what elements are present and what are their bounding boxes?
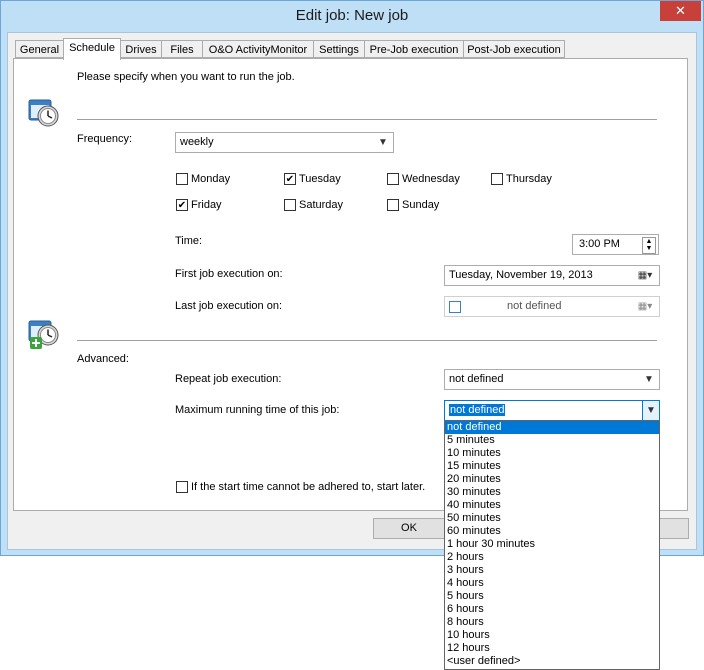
calendar-clock-add-icon xyxy=(28,318,59,349)
intro-text: Please specify when you want to run the … xyxy=(77,71,295,83)
last-exec-label: Last job execution on: xyxy=(175,300,283,312)
tab-schedule[interactable]: Schedule xyxy=(63,38,121,60)
frequency-select[interactable]: weekly ▼ xyxy=(175,132,394,153)
max-running-value: not defined xyxy=(449,404,506,416)
first-exec-datepicker[interactable]: Tuesday, November 19, 2013 ▦▾ xyxy=(444,265,660,286)
dropdown-option[interactable]: <user defined> xyxy=(445,655,659,668)
tab-pre-job[interactable]: Pre-Job execution xyxy=(364,40,464,58)
thursday-label: Thursday xyxy=(506,173,552,185)
thursday-checkbox[interactable] xyxy=(491,173,503,185)
dropdown-option[interactable]: 8 hours xyxy=(445,616,659,629)
dropdown-option[interactable]: 60 minutes xyxy=(445,525,659,538)
friday-label: Friday xyxy=(191,199,222,211)
dropdown-option[interactable]: 20 minutes xyxy=(445,473,659,486)
saturday-label: Saturday xyxy=(299,199,344,211)
last-exec-value: not defined xyxy=(507,300,562,312)
tab-activitymonitor[interactable]: O&O ActivityMonitor xyxy=(202,40,314,58)
first-exec-value: Tuesday, November 19, 2013 xyxy=(449,269,593,281)
late-start-checkbox[interactable] xyxy=(176,481,188,493)
tab-post-job[interactable]: Post-Job execution xyxy=(463,40,565,58)
time-label: Time: xyxy=(175,235,203,247)
time-value: 3:00 PM xyxy=(579,238,620,250)
max-running-select[interactable]: not defined ▼ xyxy=(444,400,660,421)
wednesday-checkbox[interactable] xyxy=(387,173,399,185)
calendar-icon[interactable]: ▦▾ xyxy=(635,297,655,316)
friday-checkbox[interactable] xyxy=(176,199,188,211)
saturday-checkbox[interactable] xyxy=(284,199,296,211)
dropdown-option[interactable]: 5 minutes xyxy=(445,434,659,447)
first-exec-label: First job execution on: xyxy=(175,268,283,280)
repeat-value: not defined xyxy=(449,373,504,385)
frequency-label: Frequency: xyxy=(77,133,133,145)
advanced-label: Advanced: xyxy=(77,353,129,365)
last-exec-checkbox[interactable] xyxy=(449,301,461,313)
time-spinner[interactable]: 3:00 PM ▲ ▼ xyxy=(572,234,659,255)
tuesday-label: Tuesday xyxy=(299,173,341,185)
dropdown-option[interactable]: 5 hours xyxy=(445,590,659,603)
tab-files[interactable]: Files xyxy=(161,40,203,58)
max-running-label: Maximum running time of this job: xyxy=(175,404,340,416)
dropdown-option[interactable]: 1 hour 30 minutes xyxy=(445,538,659,551)
last-exec-datepicker[interactable]: not defined ▦▾ xyxy=(444,296,660,317)
frequency-value: weekly xyxy=(180,136,214,148)
spin-arrows-icon[interactable]: ▲ ▼ xyxy=(642,237,656,254)
dropdown-option[interactable]: 50 minutes xyxy=(445,512,659,525)
dropdown-option[interactable]: 2 hours xyxy=(445,551,659,564)
close-button[interactable]: ✕ xyxy=(660,1,701,21)
ok-button[interactable]: OK xyxy=(373,518,445,539)
dropdown-option[interactable]: 40 minutes xyxy=(445,499,659,512)
sunday-checkbox[interactable] xyxy=(387,199,399,211)
separator xyxy=(77,119,657,120)
monday-label: Monday xyxy=(191,173,231,185)
dropdown-option[interactable]: 30 minutes xyxy=(445,486,659,499)
dropdown-option[interactable]: 4 hours xyxy=(445,577,659,590)
late-start-label: If the start time cannot be adhered to, … xyxy=(191,481,426,493)
wednesday-label: Wednesday xyxy=(402,173,460,185)
tuesday-checkbox[interactable] xyxy=(284,173,296,185)
chevron-down-icon: ▼ xyxy=(378,137,388,148)
dropdown-option[interactable]: 15 minutes xyxy=(445,460,659,473)
dropdown-option[interactable]: 6 hours xyxy=(445,603,659,616)
dropdown-option[interactable]: 10 hours xyxy=(445,629,659,642)
calendar-clock-icon xyxy=(28,97,59,127)
dropdown-option[interactable]: 3 hours xyxy=(445,564,659,577)
chevron-down-icon[interactable]: ▼ xyxy=(642,401,659,420)
repeat-label: Repeat job execution: xyxy=(175,373,282,385)
tab-general[interactable]: General xyxy=(15,40,64,58)
dropdown-option[interactable]: not defined xyxy=(445,421,659,434)
dropdown-option[interactable]: 12 hours xyxy=(445,642,659,655)
dropdown-option[interactable]: 10 minutes xyxy=(445,447,659,460)
sunday-label: Sunday xyxy=(402,199,440,211)
repeat-select[interactable]: not defined ▼ xyxy=(444,369,660,390)
tab-drives[interactable]: Drives xyxy=(120,40,162,58)
monday-checkbox[interactable] xyxy=(176,173,188,185)
separator xyxy=(77,340,657,341)
max-running-dropdown-list: not defined 5 minutes 10 minutes 15 minutes… xyxy=(444,420,660,670)
window-title: Edit job: New job xyxy=(295,7,409,24)
calendar-icon[interactable]: ▦▾ xyxy=(635,266,655,285)
chevron-down-icon: ▼ xyxy=(644,374,654,385)
tab-settings[interactable]: Settings xyxy=(313,40,365,58)
